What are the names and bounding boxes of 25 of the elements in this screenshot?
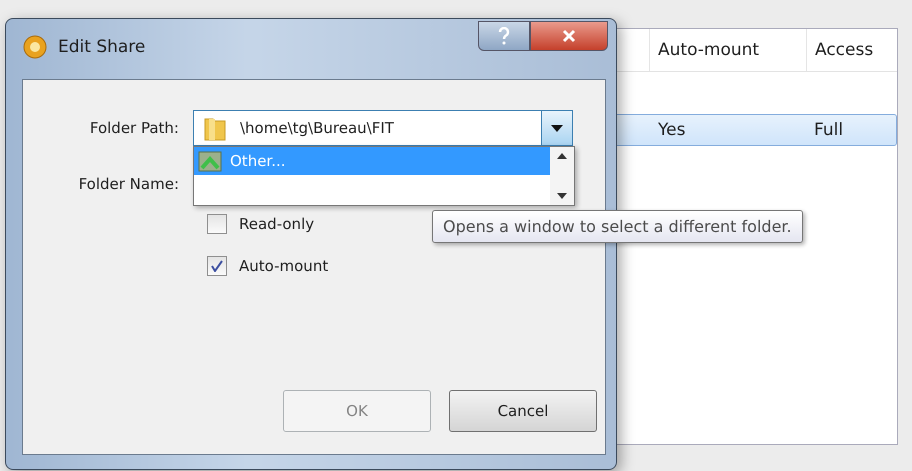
- close-button[interactable]: [530, 21, 608, 51]
- column-header[interactable]: Access: [806, 29, 882, 71]
- scroll-up-icon[interactable]: [557, 153, 567, 159]
- help-button[interactable]: [478, 21, 530, 51]
- table-cell-text: Yes: [657, 120, 686, 140]
- dropdown-button[interactable]: [541, 111, 572, 145]
- table-cell-text: Full: [813, 120, 844, 140]
- checkbox-label: Read-only: [239, 215, 314, 233]
- tooltip: Opens a window to select a different folder.: [432, 210, 803, 243]
- scrollbar[interactable]: [550, 147, 574, 205]
- help-icon: [498, 27, 510, 45]
- field-label: Folder Path:: [88, 119, 180, 137]
- folder-path-value: \home\tg\Bureau\FIT: [240, 119, 394, 137]
- gear-icon: [22, 34, 48, 60]
- folder-up-icon: [198, 150, 222, 172]
- checkbox[interactable]: [207, 214, 227, 234]
- checkbox[interactable]: [207, 256, 227, 276]
- window-title: Edit Share: [58, 37, 146, 57]
- field-label: Folder Name:: [78, 175, 180, 193]
- dialog-button[interactable]: Cancel: [449, 390, 597, 432]
- scroll-down-icon[interactable]: [557, 193, 567, 199]
- close-icon: [562, 29, 576, 43]
- checkbox-label: Auto-mount: [239, 257, 328, 275]
- caret-icon: [551, 124, 563, 132]
- column-header[interactable]: Auto-mount: [649, 29, 806, 71]
